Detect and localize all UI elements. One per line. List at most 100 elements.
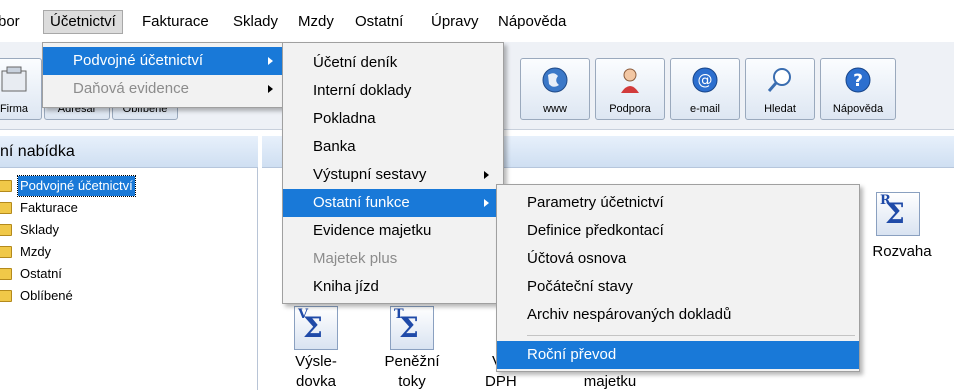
menu-item-archiv-nesparovanych-dokladu[interactable]: Archiv nespárovaných dokladů [497, 301, 859, 329]
globe-icon [540, 65, 570, 95]
menu-item-evidence-majetku[interactable]: Evidence majetku [283, 217, 503, 245]
menu-item-pokladna[interactable]: Pokladna [283, 105, 503, 133]
menu-item-label: Kniha jízd [313, 278, 379, 295]
menu-item-label: Banka [313, 138, 356, 155]
rozvaha-icon[interactable]: R Σ [876, 192, 920, 236]
folder-icon [0, 202, 12, 214]
email-at-icon: @ [690, 65, 720, 95]
menu-item-label: Podvojné účetnictví [73, 52, 204, 69]
caption-line: Peněžní [384, 353, 440, 370]
caption-line: dovka [295, 373, 337, 390]
svg-text:?: ? [853, 71, 863, 91]
toolbar-email-label: e-mail [690, 103, 720, 115]
menu-item-label: Interní doklady [313, 82, 412, 99]
help-question-icon: ? [843, 65, 873, 95]
search-magnifier-icon [765, 65, 795, 95]
menu-item-majetek-plus[interactable]: Majetek plus [283, 245, 503, 273]
toolbar-firma-button[interactable]: Firma [0, 58, 42, 120]
menu-fakturace[interactable]: Fakturace [142, 11, 209, 33]
folder-icon [0, 224, 12, 236]
menu-item-label: Majetek plus [313, 250, 398, 267]
ostatni-funkce-submenu: Parametry účetnictví Definice předkontac… [496, 184, 860, 372]
menu-item-label: Výstupní sestavy [313, 166, 427, 183]
menu-bar: bor Účetnictví Fakturace Sklady Mzdy Ost… [0, 0, 954, 42]
menu-item-interni-doklady[interactable]: Interní doklady [283, 77, 503, 105]
svg-text:@: @ [698, 71, 713, 89]
menu-item-danova-evidence[interactable]: Daňová evidence [43, 75, 287, 103]
menu-item-vystupni-sestavy[interactable]: Výstupní sestavy [283, 161, 503, 189]
menu-item-rocni-prevod[interactable]: Roční převod [497, 341, 859, 369]
podvojne-ucetnictvi-submenu: Účetní deník Interní doklady Pokladna Ba… [282, 42, 504, 304]
menu-item-label: Daňová evidence [73, 80, 189, 97]
menu-ostatni[interactable]: Ostatní [355, 11, 403, 33]
caption-line: toky [398, 373, 426, 390]
tree-item-label: Sklady [20, 222, 60, 237]
menu-item-label: Pokladna [313, 110, 376, 127]
caption-line: DPH [485, 373, 517, 390]
vysledovka-icon[interactable]: V Σ [294, 306, 338, 350]
submenu-arrow-icon [268, 57, 273, 65]
sigma-glyph: Σ [303, 311, 323, 344]
majetek-partial-caption: majetku [570, 372, 650, 390]
toolbar-firma-label: Firma [0, 103, 29, 115]
company-icon [0, 65, 29, 95]
menu-item-ucetni-denik[interactable]: Účetní deník [283, 49, 503, 77]
menu-separator [527, 335, 855, 336]
menu-item-pocatecni-stavy[interactable]: Počáteční stavy [497, 273, 859, 301]
menu-mzdy[interactable]: Mzdy [298, 11, 334, 33]
toolbar-www-button[interactable]: www [520, 58, 590, 120]
menu-item-definice-predkontaci[interactable]: Definice předkontací [497, 217, 859, 245]
menu-item-parametry-ucetnictvi[interactable]: Parametry účetnictví [497, 189, 859, 217]
support-person-icon [615, 65, 645, 95]
menu-soubor[interactable]: bor [0, 11, 20, 33]
sigma-glyph: Σ [399, 311, 419, 344]
toolbar-email-button[interactable]: @ e-mail [670, 58, 740, 120]
menu-ucetnictvi[interactable]: Účetnictví [43, 10, 123, 34]
ucetnictvi-dropdown: Podvojné účetnictví Daňová evidence [42, 42, 288, 108]
menu-item-label: Účtová osnova [527, 250, 627, 267]
caption-line: Rozvaha [872, 243, 932, 260]
menu-item-uctova-osnova[interactable]: Účtová osnova [497, 245, 859, 273]
menu-sklady[interactable]: Sklady [233, 11, 278, 33]
sigma-glyph: Σ [885, 197, 905, 230]
tree-item-label: Ostatní [20, 266, 62, 281]
toolbar-napoveda-label: Nápověda [832, 103, 884, 115]
caption-line: majetku [583, 373, 637, 390]
submenu-arrow-icon [484, 199, 489, 207]
menu-item-label: Účetní deník [313, 54, 398, 71]
toolbar-napoveda-button[interactable]: ? Nápověda [820, 58, 896, 120]
vysledovka-caption: Výsle- dovka [284, 352, 348, 390]
submenu-arrow-icon [484, 171, 489, 179]
left-panel: ní nabídka Podvojné účetnictví Fakturace… [0, 136, 258, 390]
tree-item-label: Podvojné účetnictví [17, 175, 136, 197]
menu-item-ostatni-funkce[interactable]: Ostatní funkce [283, 189, 503, 217]
toolbar-www-label: www [543, 103, 567, 115]
menu-item-label: Ostatní funkce [313, 194, 410, 211]
folder-icon [0, 290, 12, 302]
caption-line: Výsle- [295, 353, 337, 370]
menu-item-label: Definice předkontací [527, 222, 664, 239]
menu-item-banka[interactable]: Banka [283, 133, 503, 161]
menu-item-label: Roční převod [527, 346, 617, 363]
penezni-toky-caption: Peněžní toky [374, 352, 450, 390]
menu-item-podvojne-ucetnictvi[interactable]: Podvojné účetnictví [43, 47, 287, 75]
toolbar-hledat-label: Hledat [764, 103, 796, 115]
menu-item-label: Počáteční stavy [527, 278, 633, 295]
toolbar-podpora-label: Podpora [609, 103, 651, 115]
penezni-toky-icon[interactable]: T Σ [390, 306, 434, 350]
tree-item-label: Fakturace [20, 200, 78, 215]
left-panel-header: ní nabídka [0, 136, 258, 168]
menu-item-kniha-jizd[interactable]: Kniha jízd [283, 273, 503, 301]
rozvaha-caption: Rozvaha [864, 242, 940, 262]
submenu-arrow-icon [268, 85, 273, 93]
toolbar-podpora-button[interactable]: Podpora [595, 58, 665, 120]
menu-upravy[interactable]: Úpravy [431, 11, 479, 33]
folder-icon [0, 268, 12, 280]
toolbar-hledat-button[interactable]: Hledat [745, 58, 815, 120]
menu-napoveda[interactable]: Nápověda [498, 11, 566, 33]
menu-item-label: Archiv nespárovaných dokladů [527, 306, 732, 323]
tree-item-label: Oblíbené [20, 288, 73, 303]
folder-icon [0, 180, 12, 192]
menu-item-label: Parametry účetnictví [527, 194, 664, 211]
tree-item-label: Mzdy [20, 244, 52, 259]
